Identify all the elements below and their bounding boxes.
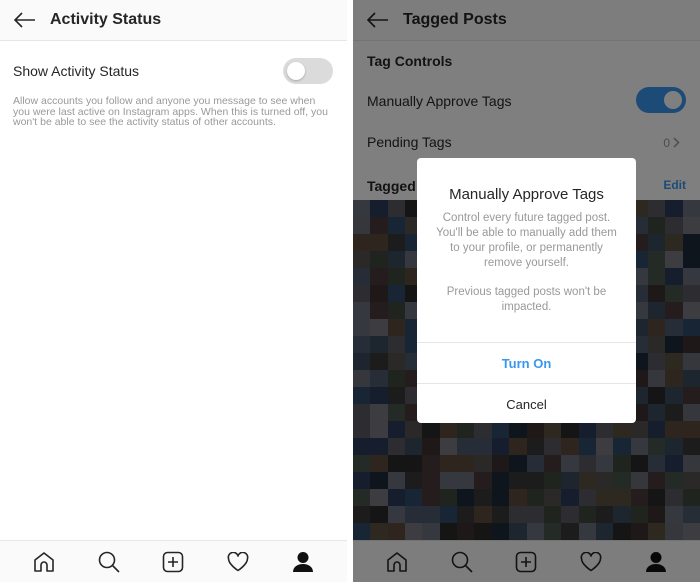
app-bar: Activity Status	[0, 0, 347, 41]
nav-profile[interactable]	[291, 550, 315, 574]
heart-icon	[227, 551, 249, 571]
dialog-note: Previous tagged posts won't be impacted.	[446, 286, 607, 313]
bottom-nav	[0, 540, 347, 582]
cancel-button[interactable]: Cancel	[417, 383, 636, 424]
nav-search[interactable]	[97, 550, 121, 574]
nav-add[interactable]	[161, 550, 185, 574]
back-button[interactable]	[0, 0, 50, 41]
nav-home[interactable]	[32, 550, 56, 574]
arrow-left-icon	[14, 12, 35, 28]
show-activity-status-label: Show Activity Status	[13, 63, 140, 79]
activity-status-screen: Activity Status Show Activity Status All…	[0, 0, 347, 582]
search-icon	[98, 551, 120, 573]
show-activity-status-toggle[interactable]	[283, 58, 333, 84]
manually-approve-tags-dialog: Manually Approve Tags Control every futu…	[417, 158, 636, 423]
turn-on-button[interactable]: Turn On	[417, 342, 636, 383]
dialog-title: Manually Approve Tags	[449, 186, 604, 203]
profile-icon	[292, 551, 313, 572]
nav-activity[interactable]	[226, 550, 250, 574]
activity-status-description: Allow accounts you follow and anyone you…	[13, 95, 328, 128]
toggle-knob	[287, 62, 305, 80]
tagged-posts-screen: Tagged Posts Tag Controls Manually Appro…	[353, 0, 700, 582]
add-post-icon	[163, 551, 184, 572]
page-title: Activity Status	[50, 11, 162, 28]
dialog-body: Control every future tagged post. You'll…	[436, 212, 617, 269]
home-icon	[34, 551, 55, 572]
